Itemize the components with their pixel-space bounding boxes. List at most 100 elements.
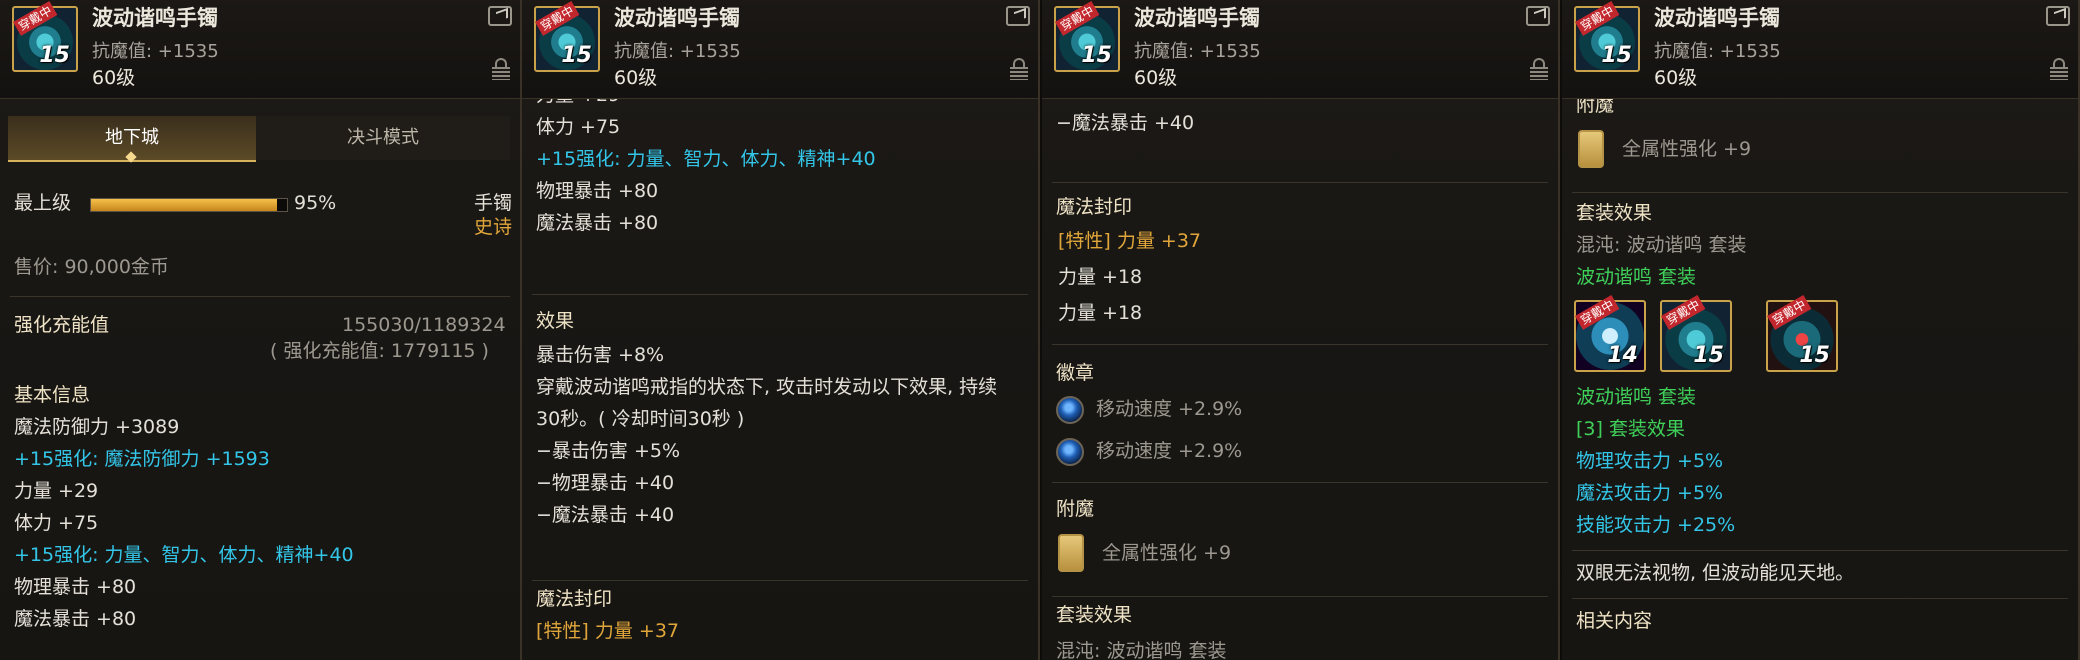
emblem-line: 移动速度 +2.9% (1096, 398, 1243, 420)
divider (1052, 482, 1548, 483)
equipped-badge: 穿戴中 (1661, 294, 1706, 330)
item-name: 波动谐鸣手镯 (614, 6, 740, 30)
set-effect: 物理攻击力 +5% (1576, 450, 1724, 472)
grade-percent: 95% (294, 192, 337, 214)
set-effect: 魔法攻击力 +5% (1576, 482, 1724, 504)
divider (10, 296, 510, 297)
lock-icon[interactable] (1528, 58, 1550, 80)
stat-line: 暴击伤害 +8% (536, 344, 665, 366)
divider (1052, 182, 1548, 183)
lock-icon[interactable] (2048, 58, 2070, 80)
stat-line: 力量 +29 (14, 480, 99, 502)
seal-line: 力量 +18 (1058, 302, 1143, 324)
lock-icon[interactable] (1008, 58, 1030, 80)
item-header: 穿戴中 15 波动谐鸣手镯 抗魔值: +1535 60级 (522, 0, 1038, 99)
share-icon[interactable] (1006, 6, 1030, 26)
bracelet-icon: 穿戴中 15 (534, 0, 600, 72)
related-link[interactable]: 相关内容 (1576, 608, 1652, 634)
emblem-header: 徽章 (1056, 362, 1095, 384)
stat-line: −魔法暴击 +40 (536, 504, 675, 526)
divider (1052, 344, 1548, 345)
tooltip-panel-3: 穿戴中 15 波动谐鸣手镯 抗魔值: +1535 60级 −魔法暴击 +40 魔… (1042, 0, 1560, 660)
tooltip-panel-4: 穿戴中 15 波动谐鸣手镯 抗魔值: +1535 60级 附魔 全属性强化 +9… (1562, 0, 2080, 660)
emblem-line: 移动速度 +2.9% (1096, 440, 1243, 462)
item-level: 60级 (614, 67, 658, 89)
stat-line: 穿戴波动谐鸣戒指的状态下, 攻击时发动以下效果, 持续 (536, 376, 998, 398)
stat-line: 30秒。( 冷却时间30秒 ) (536, 408, 745, 430)
stat-line: 魔法防御力 +3089 (14, 416, 180, 438)
set-item-icon[interactable]: 穿戴中 15 (1660, 294, 1732, 372)
set-chaos: 混沌: 波动谐鸣 套装 (1576, 234, 1747, 256)
set-item-icon[interactable]: 穿戴中 15 (1766, 294, 1838, 372)
set-chaos: 混沌: 波动谐鸣 套装 (1056, 640, 1227, 660)
item-stat: 抗魔值: +1535 (1654, 41, 1781, 62)
share-icon[interactable] (2046, 6, 2070, 26)
item-level: 60级 (1654, 67, 1698, 89)
item-name: 波动谐鸣手镯 (92, 6, 218, 30)
emblem-gem-icon (1056, 438, 1084, 466)
lock-icon[interactable] (490, 58, 512, 80)
divider (1572, 550, 2068, 551)
item-level: 60级 (1134, 67, 1178, 89)
mode-tabs: 地下城 决斗模式 (8, 116, 512, 163)
set-header: 套装效果 (1576, 202, 1653, 224)
item-stat: 抗魔值: +1535 (92, 41, 219, 62)
equipped-badge: 穿戴中 (1767, 294, 1812, 330)
set-header: 套装效果 (1056, 604, 1133, 626)
stat-line: −暴击伤害 +5% (536, 440, 681, 462)
bracelet-icon: 穿戴中 15 (1574, 0, 1640, 72)
enhance-level: 15 (39, 43, 70, 68)
divider (1572, 192, 2068, 193)
set-effect-title: [3] 套装效果 (1576, 418, 1685, 440)
item-name: 波动谐鸣手镯 (1134, 6, 1260, 30)
stat-line: +15强化: 魔法防御力 +1593 (14, 448, 270, 470)
stat-line: 体力 +75 (14, 512, 99, 534)
grade-bar (90, 198, 288, 212)
item-stat: 抗魔值: +1535 (614, 41, 741, 62)
price: 售价: 90,000金币 (14, 256, 169, 278)
basic-header: 基本信息 (14, 384, 91, 406)
set-item-icon[interactable]: 穿戴中 14 (1574, 294, 1646, 372)
item-level: 60级 (92, 67, 136, 89)
stat-line: −魔法暴击 +40 (1056, 112, 1195, 134)
equipped-badge: 穿戴中 (13, 0, 58, 36)
stat-line: +15强化: 力量、智力、体力、精神+40 (536, 148, 876, 170)
set-item-level: 15 (1799, 343, 1830, 368)
enchant-line: 全属性强化 +9 (1622, 138, 1752, 160)
stat-line: +15强化: 力量、智力、体力、精神+40 (14, 544, 354, 566)
divider (1052, 596, 1548, 597)
equipped-badge: 穿戴中 (535, 0, 580, 36)
seal-line: [特性] 力量 +37 (536, 620, 680, 642)
equipped-badge: 穿戴中 (1055, 0, 1100, 36)
tooltip-panel-2: 穿戴中 15 波动谐鸣手镯 抗魔值: +1535 60级 力量 +29体力 +7… (522, 0, 1040, 660)
effect-header: 效果 (536, 310, 575, 332)
seal-line: 力量 +18 (1058, 266, 1143, 288)
item-stat: 抗魔值: +1535 (1134, 41, 1261, 62)
charge-sub: ( 强化充能值: 1779115 ) (270, 340, 489, 362)
set-name: 波动谐鸣 套装 (1576, 266, 1697, 288)
enhance-level: 15 (1081, 43, 1112, 68)
enchant-card-icon (1578, 130, 1604, 168)
stat-line: 体力 +75 (536, 116, 621, 138)
set-item-level: 15 (1693, 343, 1724, 368)
rarity: 史诗 (474, 216, 513, 238)
seal-header: 魔法封印 (1056, 196, 1133, 218)
stat-line: 魔法暴击 +80 (536, 212, 659, 234)
stat-line: −物理暴击 +40 (536, 472, 675, 494)
charge-value: 155030/1189324 (342, 314, 506, 336)
seal-header: 魔法封印 (536, 588, 613, 610)
tooltip-panel-1: 穿戴中 15 波动谐鸣手镯 抗魔值: +1535 60级 地下城 决斗模式 最上… (0, 0, 522, 660)
tab-pvp[interactable]: 决斗模式 (256, 116, 510, 160)
stat-line: 物理暴击 +80 (14, 576, 137, 598)
enchant-header: 附魔 (1056, 498, 1095, 520)
stat-line: 魔法暴击 +80 (14, 608, 137, 630)
divider (532, 294, 1028, 295)
grade-bar-fill (91, 199, 278, 211)
item-header: 穿戴中 15 波动谐鸣手镯 抗魔值: +1535 60级 (1042, 0, 1558, 99)
equipped-badge: 穿戴中 (1575, 0, 1620, 36)
enhance-level: 15 (561, 43, 592, 68)
slot-type: 手镯 (474, 192, 513, 214)
share-icon[interactable] (488, 6, 512, 26)
equipped-badge: 穿戴中 (1575, 294, 1620, 330)
share-icon[interactable] (1526, 6, 1550, 26)
